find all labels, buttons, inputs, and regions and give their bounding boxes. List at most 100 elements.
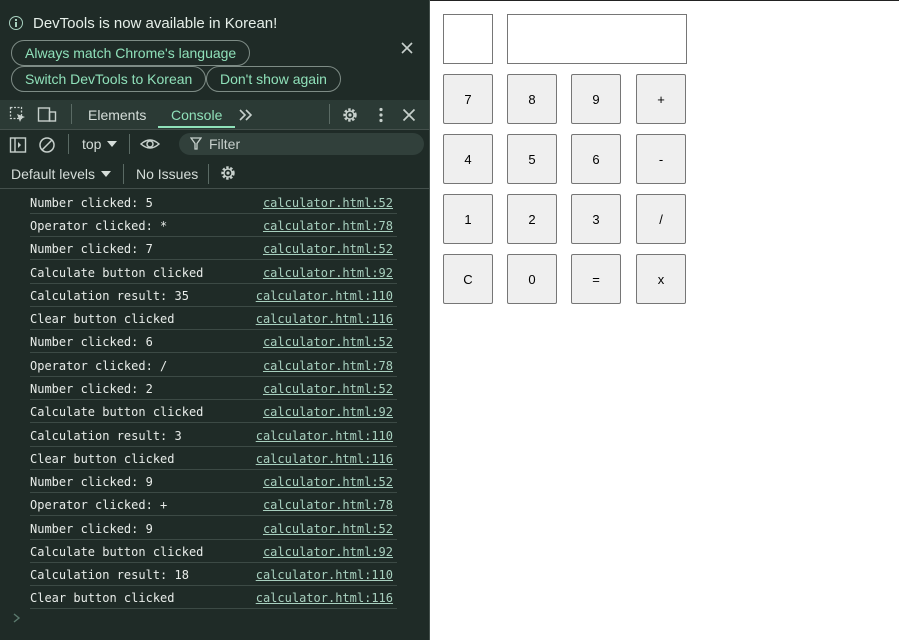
log-source-link[interactable]: calculator.html:110 <box>256 289 393 303</box>
infobar-message: DevTools is now available in Korean! <box>33 15 278 32</box>
console-log-row: Calculate button clicked calculator.html:… <box>30 400 397 423</box>
calc-key[interactable]: 4 <box>443 134 493 184</box>
customize-menu-icon[interactable] <box>372 106 390 124</box>
log-source-link[interactable]: calculator.html:78 <box>263 219 393 233</box>
context-label: top <box>82 136 102 152</box>
console-log-row: Calculation result: 3 calculator.html:110 <box>30 424 397 447</box>
tab-elements[interactable]: Elements <box>88 107 146 123</box>
log-source-link[interactable]: calculator.html:116 <box>256 452 393 466</box>
calculator-secondary-box <box>443 14 493 64</box>
toolbar-divider <box>68 134 69 154</box>
calc-key[interactable]: 5 <box>507 134 557 184</box>
calc-key[interactable]: 1 <box>443 194 493 244</box>
calc-key[interactable]: + <box>636 74 686 124</box>
calc-key[interactable]: = <box>571 254 621 304</box>
sidebar-toggle-icon[interactable] <box>9 136 27 154</box>
toolbar-divider <box>129 134 130 154</box>
console-log-row: Operator clicked: + calculator.html:78 <box>30 493 397 516</box>
log-source-link[interactable]: calculator.html:92 <box>263 545 393 559</box>
console-log-row: Operator clicked: / calculator.html:78 <box>30 354 397 377</box>
switch-to-korean-button[interactable]: Switch DevTools to Korean <box>11 66 207 92</box>
issues-counter[interactable]: No Issues <box>136 166 198 182</box>
log-source-link[interactable]: calculator.html:52 <box>263 382 393 396</box>
log-message: Number clicked: 6 <box>30 335 153 349</box>
log-source-link[interactable]: calculator.html:78 <box>263 498 393 512</box>
log-source-link[interactable]: calculator.html:52 <box>263 335 393 349</box>
log-source-link[interactable]: calculator.html:92 <box>263 266 393 280</box>
log-source-link[interactable]: calculator.html:78 <box>263 359 393 373</box>
log-message: Number clicked: 2 <box>30 382 153 396</box>
settings-gear-icon[interactable] <box>341 106 359 124</box>
tab-console[interactable]: Console <box>171 107 222 123</box>
filter-placeholder: Filter <box>209 136 241 152</box>
log-source-link[interactable]: calculator.html:110 <box>256 568 393 582</box>
close-infobar-icon[interactable] <box>399 40 415 56</box>
console-log-row: Number clicked: 9 calculator.html:52 <box>30 517 397 540</box>
default-levels-dropdown[interactable]: Default levels <box>11 166 112 182</box>
calc-key[interactable]: 7 <box>443 74 493 124</box>
calc-key[interactable]: C <box>443 254 493 304</box>
calc-key[interactable]: 8 <box>507 74 557 124</box>
log-message: Clear button clicked <box>30 452 175 466</box>
log-source-link[interactable]: calculator.html:52 <box>263 522 393 536</box>
device-toolbar-icon[interactable] <box>37 106 57 124</box>
log-message: Calculate button clicked <box>30 405 204 419</box>
devtools-panel: DevTools is now available in Korean! Alw… <box>0 0 429 640</box>
log-message: Calculate button clicked <box>30 266 204 280</box>
info-icon <box>9 16 23 30</box>
console-log-row: Clear button clicked calculator.html:116 <box>30 307 397 330</box>
calc-key[interactable]: 9 <box>571 74 621 124</box>
always-match-language-button[interactable]: Always match Chrome's language <box>11 40 251 66</box>
calc-key[interactable]: / <box>636 194 686 244</box>
toolbar-divider <box>208 164 209 184</box>
log-source-link[interactable]: calculator.html:110 <box>256 429 393 443</box>
log-message: Calculate button clicked <box>30 545 204 559</box>
inspect-element-icon[interactable] <box>9 106 27 124</box>
console-log-row: Calculation result: 18 calculator.html:11… <box>30 563 397 586</box>
filter-funnel-icon <box>189 137 203 156</box>
calc-key[interactable]: 2 <box>507 194 557 244</box>
log-message: Clear button clicked <box>30 312 175 326</box>
devtools-divider <box>429 0 430 640</box>
log-source-link[interactable]: calculator.html:52 <box>263 242 393 256</box>
calculator-display[interactable] <box>507 14 687 64</box>
dont-show-again-button[interactable]: Don't show again <box>206 66 341 92</box>
console-log-row: Operator clicked: * calculator.html:78 <box>30 214 397 237</box>
log-message: Number clicked: 9 <box>30 475 153 489</box>
log-source-link[interactable]: calculator.html:116 <box>256 591 393 605</box>
console-prompt-icon[interactable] <box>12 612 24 632</box>
console-log-row: Number clicked: 7 calculator.html:52 <box>30 237 397 260</box>
close-devtools-icon[interactable] <box>400 106 418 124</box>
console-log-row: Clear button clicked calculator.html:116 <box>30 586 397 609</box>
more-tabs-icon[interactable] <box>237 106 255 124</box>
levels-label: Default levels <box>11 166 96 182</box>
console-filter-input[interactable]: Filter <box>179 133 424 155</box>
log-message: Operator clicked: / <box>30 359 168 373</box>
console-settings-gear-icon[interactable] <box>219 164 237 182</box>
calc-key[interactable]: 0 <box>507 254 557 304</box>
calc-key[interactable]: x <box>636 254 686 304</box>
chevron-down-icon <box>101 171 112 177</box>
toolbar-divider <box>123 164 124 184</box>
toolbar-divider <box>329 104 330 124</box>
context-selector[interactable]: top <box>82 136 118 152</box>
language-infobar: DevTools is now available in Korean! Alw… <box>0 0 429 100</box>
log-source-link[interactable]: calculator.html:116 <box>256 312 393 326</box>
page-top-border <box>430 0 899 1</box>
console-log-row: Number clicked: 5 calculator.html:52 <box>30 191 397 214</box>
live-expression-eye-icon[interactable] <box>139 135 161 153</box>
calc-key[interactable]: 3 <box>571 194 621 244</box>
log-message: Number clicked: 5 <box>30 196 153 210</box>
console-log-row: Calculate button clicked calculator.html:… <box>30 540 397 563</box>
clear-console-icon[interactable] <box>38 136 56 154</box>
console-log-row: Calculate button clicked calculator.html:… <box>30 261 397 284</box>
console-log-row: Number clicked: 2 calculator.html:52 <box>30 377 397 400</box>
log-source-link[interactable]: calculator.html:92 <box>263 405 393 419</box>
log-message: Calculation result: 3 <box>30 429 182 443</box>
console-log-row: Number clicked: 9 calculator.html:52 <box>30 470 397 493</box>
log-source-link[interactable]: calculator.html:52 <box>263 475 393 489</box>
calc-key[interactable]: 6 <box>571 134 621 184</box>
calc-key[interactable]: - <box>636 134 686 184</box>
chevron-down-icon <box>107 141 118 147</box>
log-source-link[interactable]: calculator.html:52 <box>263 196 393 210</box>
